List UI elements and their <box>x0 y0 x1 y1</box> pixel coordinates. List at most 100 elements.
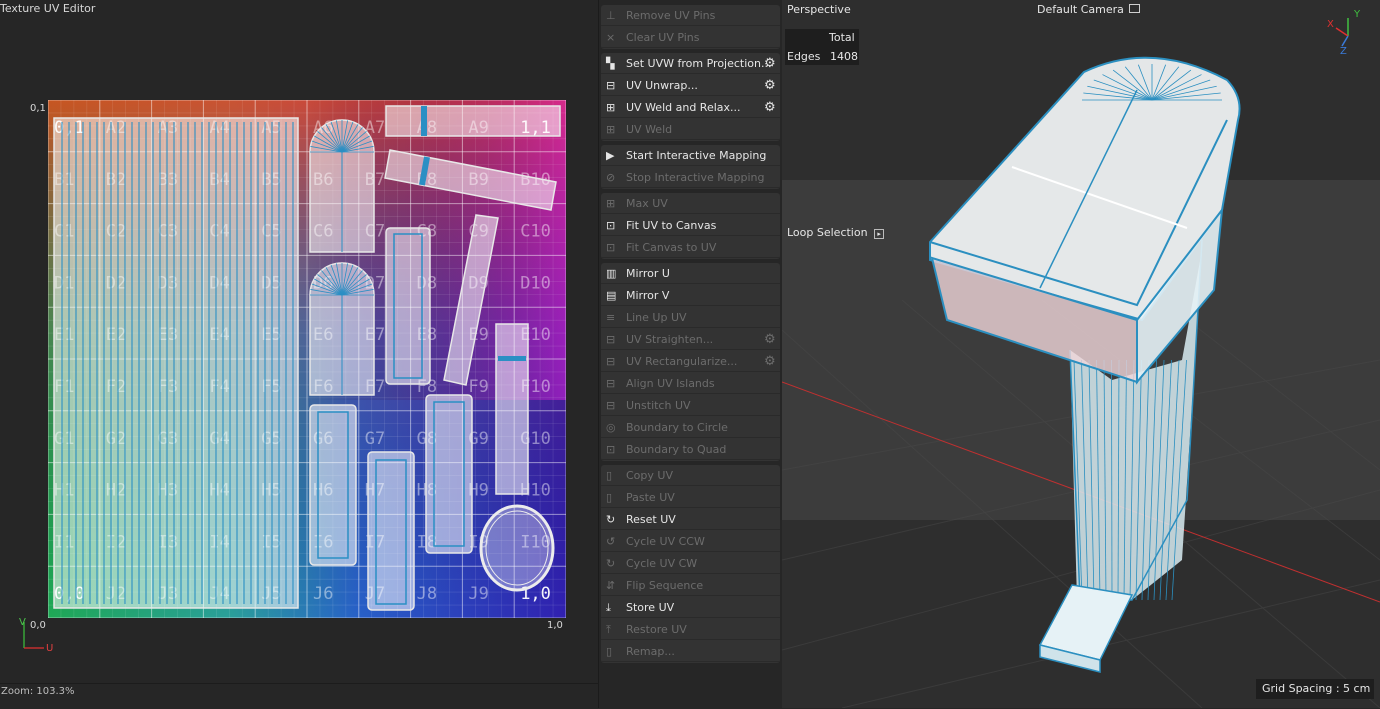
remap-button[interactable]: ▯ Remap... <box>601 641 780 662</box>
command-label: Stop Interactive Mapping <box>626 171 765 184</box>
uv-island-tube-right[interactable] <box>495 323 529 495</box>
set-uvw-from-projection-button[interactable]: ▚ Set UVW from Projection... ⚙ <box>601 53 780 74</box>
mirror-u-button[interactable]: ▥ Mirror U <box>601 263 780 284</box>
uv-island-tube-2[interactable] <box>309 404 357 566</box>
uv-island-ellipse[interactable] <box>479 504 555 592</box>
uv-rectangularize-button[interactable]: ⊟ UV Rectangularize... ⚙ <box>601 351 780 372</box>
camera-icon <box>1129 4 1141 13</box>
command-label: Clear UV Pins <box>626 31 700 44</box>
paste-icon: ▯ <box>606 491 613 504</box>
command-label: Line Up UV <box>626 311 687 324</box>
clear-uv-pins-button[interactable]: × Clear UV Pins <box>601 27 780 48</box>
uv-cell-label: J8 <box>417 584 437 604</box>
uv-cell-label: J6 <box>313 584 333 604</box>
uv-island-bar-top[interactable] <box>385 105 561 137</box>
cycle-uv-cw-button[interactable]: ↻ Cycle UV CW <box>601 553 780 574</box>
flip-sequence-button[interactable]: ⇵ Flip Sequence <box>601 575 780 596</box>
fit-canvas-to-uv-button[interactable]: ⊡ Fit Canvas to UV <box>601 237 780 258</box>
fit-canvas-icon: ⊡ <box>606 241 616 254</box>
uv-island-large[interactable] <box>53 117 299 609</box>
stop-icon: ⊘ <box>606 171 616 184</box>
uv-cell-label: J9 <box>468 584 488 604</box>
perspective-viewport[interactable]: Perspective Default Camera Total Edges 1… <box>782 0 1380 708</box>
command-label: Fit Canvas to UV <box>626 241 717 254</box>
gear-icon[interactable]: ⚙ <box>764 333 777 346</box>
cycle-uv-ccw-button[interactable]: ↺ Cycle UV CCW <box>601 531 780 552</box>
store-icon: ⤓ <box>606 601 611 614</box>
gear-icon[interactable]: ⚙ <box>764 101 777 114</box>
panel-title: Texture UV Editor <box>0 2 96 15</box>
weld-relax-icon: ⊞ <box>606 101 616 114</box>
uv-corner-top-left-label: 0,1 <box>30 103 46 114</box>
unstitch-uv-button[interactable]: ⊟ Unstitch UV <box>601 395 780 416</box>
stats-edges-value: 1408 <box>830 50 858 63</box>
start-interactive-mapping-button[interactable]: ▶ Start Interactive Mapping <box>601 145 780 166</box>
copy-uv-button[interactable]: ▯ Copy UV <box>601 465 780 486</box>
align-uv-islands-button[interactable]: ⊟ Align UV Islands <box>601 373 780 394</box>
reset-uv-button[interactable]: ↻ Reset UV <box>601 509 780 530</box>
viewport-name[interactable]: Perspective <box>787 3 851 16</box>
uv-weld-and-relax-button[interactable]: ⊞ UV Weld and Relax... ⚙ <box>601 97 780 118</box>
mirror-u-icon: ▥ <box>606 267 617 280</box>
uv-island-tube-1[interactable] <box>385 227 431 385</box>
camera-name: Default Camera <box>1037 3 1124 16</box>
command-group: ▯ Copy UV ▯ Paste UV ↻ Reset UV ↺ Cycle UV CCW ↻… <box>601 465 780 663</box>
command-label: Boundary to Quad <box>626 443 727 456</box>
axis-x-label: X <box>1327 19 1334 30</box>
mesh-foot[interactable] <box>1038 584 1134 673</box>
line-up-uv-button[interactable]: ≡ Line Up UV <box>601 307 780 328</box>
command-label: Mirror U <box>626 267 670 280</box>
uv-island-cap-lower[interactable] <box>309 262 375 396</box>
uv-island-tube-3[interactable] <box>367 451 415 611</box>
fit-uv-icon: ⊡ <box>606 219 616 232</box>
uv-cell-label: G7 <box>365 429 385 449</box>
u-axis-label: U <box>46 643 54 654</box>
uv-canvas[interactable]: 0,1A2A3A4A5A6A7A8A91,1B1B2B3B4B5B6B7B8B9… <box>48 100 566 618</box>
uv-straighten-button[interactable]: ⊟ UV Straighten... ⚙ <box>601 329 780 350</box>
uv-island-cap-upper[interactable] <box>309 119 375 253</box>
stop-interactive-mapping-button[interactable]: ⊘ Stop Interactive Mapping <box>601 167 780 188</box>
uv-cell-label: D10 <box>520 273 551 293</box>
mirror-v-button[interactable]: ▤ Mirror V <box>601 285 780 306</box>
uv-cell-label: F9 <box>468 377 488 397</box>
weld-icon: ⊞ <box>606 123 616 136</box>
restore-icon: ⤒ <box>606 623 611 636</box>
stats-header: Total <box>829 31 855 44</box>
command-label: Paste UV <box>626 491 675 504</box>
store-uv-button[interactable]: ⤓ Store UV <box>601 597 780 618</box>
restore-uv-button[interactable]: ⤒ Restore UV <box>601 619 780 640</box>
command-label: Cycle UV CCW <box>626 535 705 548</box>
straighten-icon: ⊟ <box>606 333 616 346</box>
boundary-to-circle-button[interactable]: ◎ Boundary to Circle <box>601 417 780 438</box>
gear-icon[interactable]: ⚙ <box>764 57 777 70</box>
command-group: ▥ Mirror U ▤ Mirror V ≡ Line Up UV ⊟ UV Straigh… <box>601 263 780 461</box>
paste-uv-button[interactable]: ▯ Paste UV <box>601 487 780 508</box>
camera-label[interactable]: Default Camera <box>1037 3 1141 16</box>
command-label: UV Rectangularize... <box>626 355 738 368</box>
command-label: Max UV <box>626 197 668 210</box>
uv-unwrap-button[interactable]: ⊟ UV Unwrap... ⚙ <box>601 75 780 96</box>
gear-icon[interactable]: ⚙ <box>764 79 777 92</box>
command-label: UV Unwrap... <box>626 79 698 92</box>
expand-icon[interactable]: ▸ <box>874 229 885 239</box>
fit-uv-to-canvas-button[interactable]: ⊡ Fit UV to Canvas <box>601 215 780 236</box>
command-group: ▶ Start Interactive Mapping ⊘ Stop Interact… <box>601 145 780 189</box>
unstitch-icon: ⊟ <box>606 399 616 412</box>
remove-uv-pins-button[interactable]: ⊥ Remove UV Pins <box>601 5 780 26</box>
command-group: ⊥ Remove UV Pins × Clear UV Pins <box>601 5 780 49</box>
boundary-to-quad-button[interactable]: ⊡ Boundary to Quad <box>601 439 780 460</box>
unwrap-icon: ⊟ <box>606 79 616 92</box>
command-label: Remove UV Pins <box>626 9 716 22</box>
v-axis-label: V <box>19 617 26 628</box>
loop-selection-text: Loop Selection <box>787 226 868 239</box>
max-uv-button[interactable]: ⊞ Max UV <box>601 193 780 214</box>
remap-icon: ▯ <box>606 645 613 658</box>
gear-icon[interactable]: ⚙ <box>764 355 777 368</box>
flip-icon: ⇵ <box>606 579 616 592</box>
uv-weld-button[interactable]: ⊞ UV Weld <box>601 119 780 140</box>
loop-selection-label[interactable]: Loop Selection ▸ <box>787 226 885 239</box>
command-label: Boundary to Circle <box>626 421 728 434</box>
uv-corner-bottom-right-label: 1,0 <box>547 620 563 631</box>
command-group: ⊞ Max UV ⊡ Fit UV to Canvas ⊡ Fit Canvas to U… <box>601 193 780 259</box>
uv-island-tube-4[interactable] <box>425 394 473 554</box>
